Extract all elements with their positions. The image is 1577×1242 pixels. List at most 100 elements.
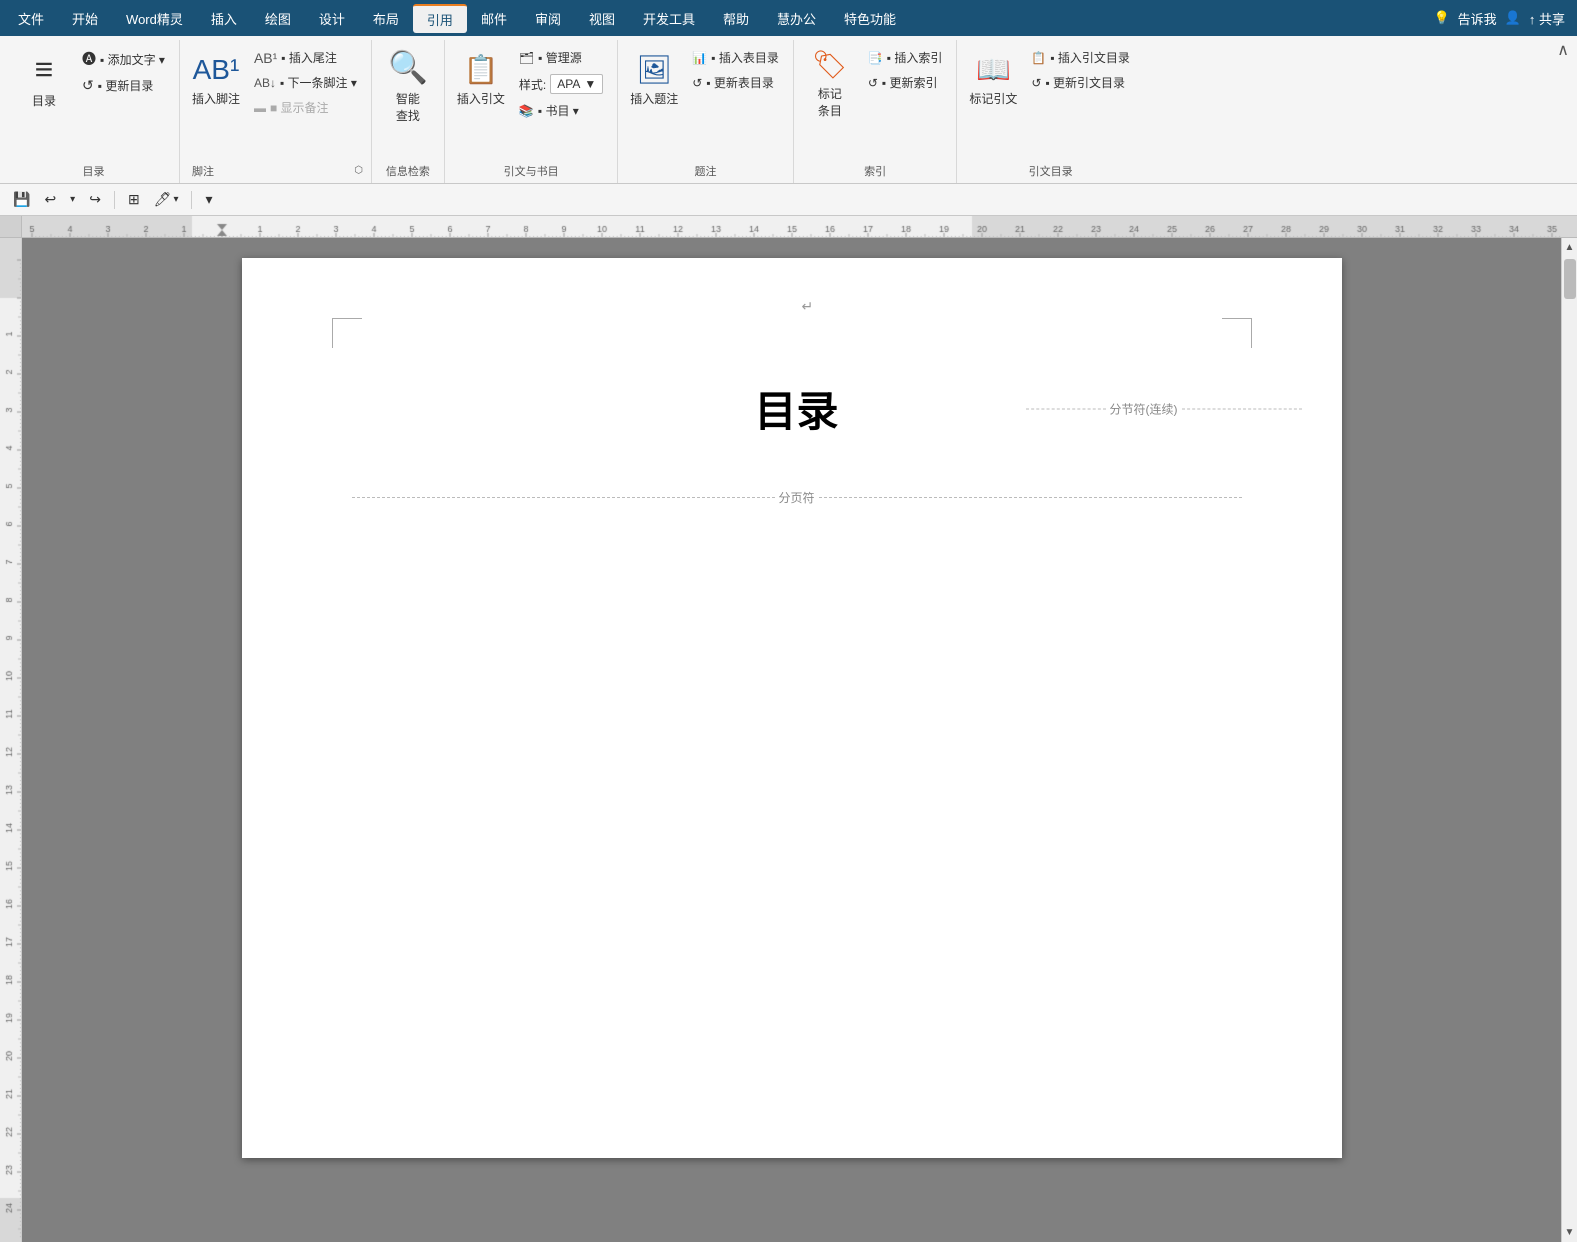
corner-mark-left (332, 318, 362, 348)
toc-icon: ≡ (35, 51, 54, 88)
content-area: ↵ 目录 分节符(连续) (0, 216, 1577, 1242)
style-dropdown-arrow: ▼ (584, 77, 596, 91)
insert-footnote-label: 插入脚注 (192, 90, 240, 107)
insert-citation-label: 插入引文 (457, 90, 505, 107)
menu-mail[interactable]: 邮件 (467, 5, 521, 32)
update-citation-table-btn[interactable]: ↺ ▪ 更新引文目录 (1025, 71, 1136, 94)
mark-index-btn[interactable]: 🏷 标记 条目 (802, 44, 858, 123)
scrollbar-right[interactable]: ▲ ▼ (1561, 238, 1577, 1242)
page-container: ↵ 目录 分节符(连续) (242, 258, 1342, 1222)
menu-special[interactable]: 特色功能 (830, 5, 910, 32)
toolbar-divider-2 (191, 191, 192, 209)
update-citation-table-label: ▪ 更新引文目录 (1045, 74, 1125, 91)
ribbon-group-caption: 🖼 插入题注 📊 ▪ 插入表目录 ↺ ▪ 更新表目录 题 (618, 40, 794, 183)
menu-design[interactable]: 设计 (305, 5, 359, 32)
menu-draw[interactable]: 绘图 (251, 5, 305, 32)
undo-btn[interactable]: ↩ (39, 188, 61, 211)
scroll-up-btn[interactable]: ▲ (1563, 238, 1577, 257)
show-note-btn[interactable]: ▬ ■ 显示备注 (248, 96, 363, 119)
toc-group-label: 目录 (78, 161, 108, 183)
bibliography-btn[interactable]: 📚 ▪ 书目 ▾ (513, 99, 609, 122)
menu-word-ai[interactable]: Word精灵 (112, 5, 197, 32)
scroll-thumb[interactable] (1564, 259, 1576, 299)
insert-caption-icon: 🖼 (637, 53, 673, 86)
update-toc-icon: ↺ (82, 77, 94, 94)
menu-hui-office[interactable]: 慧办公 (763, 5, 830, 32)
ruler-corner (0, 216, 22, 238)
caption-buttons: 🖼 插入题注 📊 ▪ 插入表目录 ↺ ▪ 更新表目录 (626, 40, 785, 161)
doc-scroll-area[interactable]: ↵ 目录 分节符(连续) (22, 238, 1561, 1242)
update-index-label: ▪ 更新索引 (882, 74, 938, 91)
add-text-label: ▪ 添加文字 ▾ (100, 51, 165, 68)
document-page[interactable]: ↵ 目录 分节符(连续) (242, 258, 1342, 1158)
menu-right-area: 💡 告诉我 👤 ↑ 共享 (1433, 9, 1573, 28)
insert-citation-btn[interactable]: 📋 插入引文 (453, 44, 509, 116)
insert-footnote-icon: AB¹ (193, 54, 240, 86)
insert-citation-table-btn[interactable]: 📋 ▪ 插入引文目录 (1025, 46, 1136, 69)
footnote-expand-icon[interactable]: ⬡ (354, 165, 363, 176)
caption-small-btns: 📊 ▪ 插入表目录 ↺ ▪ 更新表目录 (686, 44, 785, 94)
citation-table-group-label: 引文目录 (1025, 161, 1077, 183)
redo-btn[interactable]: ↪ (84, 188, 106, 211)
show-note-label: ■ 显示备注 (270, 99, 329, 116)
smart-search-buttons: 🔍 智能 查找 (380, 40, 436, 161)
menu-view[interactable]: 视图 (575, 5, 629, 32)
mark-citation-btn[interactable]: 📖 标记引文 (965, 44, 1021, 116)
add-text-btn[interactable]: 🅐 ▪ 添加文字 ▾ (76, 46, 171, 72)
citation-small-btns: 🗂 ▪ 管理源 样式: APA ▼ 📚 ▪ 书目 ▾ (513, 44, 609, 122)
manage-source-btn[interactable]: 🗂 ▪ 管理源 (513, 46, 609, 69)
menu-file[interactable]: 文件 (4, 5, 58, 32)
style-dropdown[interactable]: APA ▼ (550, 74, 603, 94)
share-label[interactable]: ↑ 共享 (1529, 9, 1565, 28)
insert-table-fig-btn[interactable]: 📊 ▪ 插入表目录 (686, 46, 785, 69)
update-toc-btn[interactable]: ↺ ▪ 更新目录 (76, 74, 171, 97)
menu-start[interactable]: 开始 (58, 5, 112, 32)
format-painter-dropdown[interactable]: ▾ (173, 194, 178, 205)
undo-dropdown-btn[interactable]: ▾ (65, 191, 80, 208)
ribbon: ≡ 目录 🅐 ▪ 添加文字 ▾ ↺ ▪ 更新目录 目录 (0, 36, 1577, 184)
page-break-label: 分页符 (779, 489, 815, 506)
scroll-down-btn[interactable]: ▼ (1563, 1223, 1577, 1242)
left-rulers (0, 216, 22, 1242)
toolbar-divider-1 (114, 191, 115, 209)
insert-footnote-btn[interactable]: AB¹ 插入脚注 (188, 44, 244, 116)
index-buttons: 🏷 标记 条目 📑 ▪ 插入索引 ↺ ▪ 更新索引 (802, 40, 949, 161)
insert-table-fig-label: ▪ 插入表目录 (711, 49, 779, 66)
ribbon-collapse-btn[interactable]: ∧ (1549, 36, 1577, 64)
mark-citation-label: 标记引文 (969, 90, 1017, 107)
citation-group-label: 引文与书目 (500, 161, 563, 183)
menu-layout[interactable]: 布局 (359, 5, 413, 32)
share-icon: 👤 (1505, 10, 1521, 26)
insert-caption-btn[interactable]: 🖼 插入题注 (626, 44, 682, 116)
save-btn[interactable]: 💾 (8, 188, 35, 211)
toc-large-btn[interactable]: ≡ 目录 (16, 44, 72, 116)
insert-index-btn[interactable]: 📑 ▪ 插入索引 (862, 46, 949, 69)
menu-help[interactable]: 帮助 (709, 5, 763, 32)
tell-me-label[interactable]: 告诉我 (1458, 9, 1497, 28)
menu-review[interactable]: 审阅 (521, 5, 575, 32)
print-preview-icon: ⊞ (128, 191, 140, 208)
insert-endnote-btn[interactable]: AB¹ ▪ 插入尾注 (248, 46, 363, 69)
menu-dev-tools[interactable]: 开发工具 (629, 5, 709, 32)
custom-btn[interactable]: ▾ (200, 188, 217, 211)
return-mark: ↵ (802, 298, 814, 315)
ribbon-content: ≡ 目录 🅐 ▪ 添加文字 ▾ ↺ ▪ 更新目录 目录 (0, 36, 1577, 183)
toc-small-btns: 🅐 ▪ 添加文字 ▾ ↺ ▪ 更新目录 (76, 44, 171, 97)
menu-insert[interactable]: 插入 (197, 5, 251, 32)
toc-btn-label: 目录 (32, 92, 56, 109)
update-citation-table-icon: ↺ (1031, 76, 1041, 90)
ribbon-group-citation-table: 📖 标记引文 📋 ▪ 插入引文目录 ↺ ▪ 更新引文目录 (957, 40, 1144, 183)
update-toc-label: ▪ 更新目录 (98, 77, 154, 94)
print-preview-btn[interactable]: ⊞ (123, 188, 145, 211)
update-table-btn[interactable]: ↺ ▪ 更新表目录 (686, 71, 785, 94)
citation-table-small-btns: 📋 ▪ 插入引文目录 ↺ ▪ 更新引文目录 (1025, 44, 1136, 94)
caption-group-label: 题注 (691, 161, 721, 183)
smart-search-btn[interactable]: 🔍 智能 查找 (380, 44, 436, 128)
update-index-btn[interactable]: ↺ ▪ 更新索引 (862, 71, 949, 94)
light-bulb-icon: 💡 (1433, 10, 1449, 26)
menu-references[interactable]: 引用 (413, 4, 467, 33)
show-note-icon: ▬ (254, 101, 266, 115)
next-footnote-btn[interactable]: AB↓ ▪ 下一条脚注 ▾ (248, 71, 363, 94)
format-painter-btn[interactable]: 🖊 ▾ (149, 188, 184, 211)
main-content-col: ↵ 目录 分节符(连续) (22, 216, 1577, 1242)
